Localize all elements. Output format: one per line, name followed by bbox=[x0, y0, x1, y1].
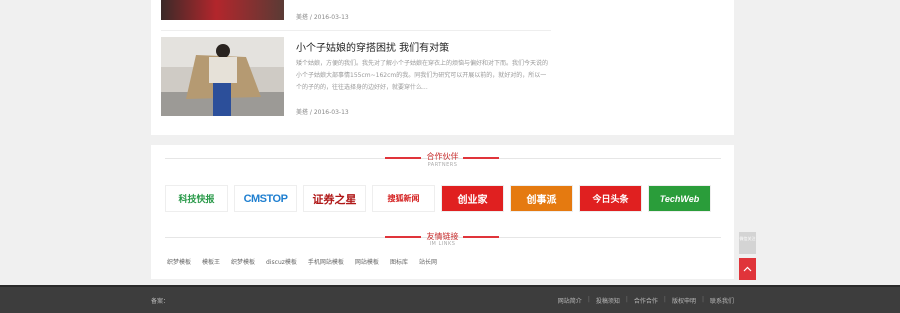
friend-link[interactable]: 网站模板 bbox=[355, 257, 379, 266]
friend-link[interactable]: discuz模板 bbox=[266, 257, 297, 266]
friend-link[interactable]: 图标库 bbox=[390, 257, 408, 266]
friend-link[interactable]: 织梦模板 bbox=[167, 257, 191, 266]
friend-link[interactable]: 手机网站模板 bbox=[308, 257, 344, 266]
partner-logo[interactable]: 搜狐新闻 bbox=[372, 185, 435, 212]
divider bbox=[161, 30, 551, 31]
partner-logo[interactable]: 科技快报 bbox=[165, 185, 228, 212]
article-meta-top: 美搭 / 2016-03-13 bbox=[296, 14, 349, 21]
partners-section: 合作伙伴 PARTNERS 科技快报 CMSTOP 证券之星 搜狐新闻 创业家 … bbox=[151, 145, 734, 279]
partner-logo[interactable]: 创业家 bbox=[441, 185, 504, 212]
chevron-up-icon bbox=[743, 266, 752, 272]
footer-link[interactable]: 合作合作 bbox=[634, 296, 658, 305]
friend-link[interactable]: 织梦模板 bbox=[231, 257, 255, 266]
partner-logo[interactable]: 今日头条 bbox=[579, 185, 642, 212]
footer-link[interactable]: 网站简介 bbox=[558, 296, 582, 305]
article-summary: 矮个姑娘，方便的我们。我先对了解小个子姑娘在穿衣上的烦恼与偏好和对下而。我们今天… bbox=[296, 60, 549, 91]
article-meta: 美搭 / 2016-03-13 bbox=[296, 109, 349, 116]
separator: | bbox=[625, 296, 628, 303]
separator: | bbox=[663, 296, 666, 303]
separator: | bbox=[701, 296, 704, 303]
friend-link[interactable]: 站长网 bbox=[419, 257, 437, 266]
friend-links: 织梦模板 模板王 织梦模板 discuz模板 手机网站模板 网站模板 图标库 站… bbox=[167, 257, 437, 266]
article-list: 美搭 / 2016-03-13 小个子姑娘的穿搭困扰 我们有对策 矮个姑娘，方便… bbox=[151, 0, 734, 135]
article-thumbnail[interactable] bbox=[161, 37, 284, 116]
back-to-top-button[interactable] bbox=[739, 258, 756, 280]
footer-record: 备案： bbox=[151, 298, 170, 305]
footer: 备案： 网站简介 | 投稿须知 | 合作合作 | 版权申明 | 联系我们 bbox=[0, 285, 900, 313]
partner-logos: 科技快报 CMSTOP 证券之星 搜狐新闻 创业家 创事派 今日头条 TechW… bbox=[165, 185, 711, 212]
footer-link[interactable]: 联系我们 bbox=[710, 296, 734, 305]
side-follow-button[interactable]: 微信关注 bbox=[739, 232, 756, 254]
article-title[interactable]: 小个子姑娘的穿搭困扰 我们有对策 bbox=[296, 39, 449, 54]
footer-link[interactable]: 投稿须知 bbox=[596, 296, 620, 305]
article-thumbnail-top[interactable] bbox=[161, 0, 284, 20]
footer-links: 网站简介 | 投稿须知 | 合作合作 | 版权申明 | 联系我们 bbox=[558, 296, 734, 305]
links-subtitle: IM LINKS bbox=[429, 241, 456, 247]
footer-border bbox=[0, 285, 900, 287]
partner-logo[interactable]: 创事派 bbox=[510, 185, 573, 212]
separator: | bbox=[587, 296, 590, 303]
partner-logo[interactable]: CMSTOP bbox=[234, 185, 297, 212]
partners-title: 合作伙伴 bbox=[426, 152, 459, 161]
partner-logo[interactable]: 证券之星 bbox=[303, 185, 366, 212]
footer-link[interactable]: 版权申明 bbox=[672, 296, 696, 305]
friend-link[interactable]: 模板王 bbox=[202, 257, 220, 266]
partners-subtitle: PARTNERS bbox=[427, 162, 458, 168]
partner-logo[interactable]: TechWeb bbox=[648, 185, 711, 212]
